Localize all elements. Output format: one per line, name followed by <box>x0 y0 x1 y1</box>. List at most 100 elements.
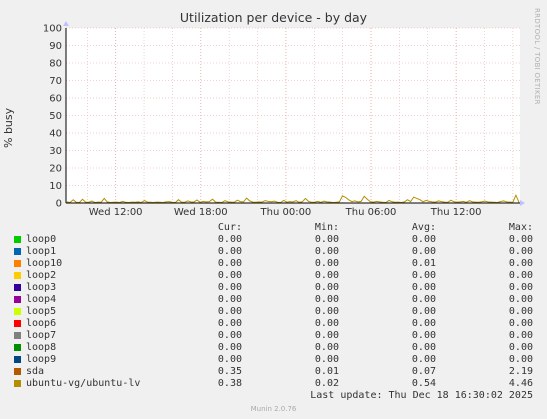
legend-name: loop5 <box>26 306 57 317</box>
y-tick-label: 40 <box>49 129 62 140</box>
legend-min: 0.00 <box>314 282 339 293</box>
legend-name: loop6 <box>26 318 57 329</box>
legend-max: 0.00 <box>508 330 533 341</box>
legend-min: 0.00 <box>314 330 339 341</box>
legend-row: loop9 0.00 0.00 0.00 0.00 <box>0 354 547 366</box>
legend-header: Cur: Min: Avg: Max: <box>0 222 547 234</box>
legend-swatch <box>14 320 21 327</box>
legend-min: 0.00 <box>314 246 339 257</box>
legend-row: loop2 0.00 0.00 0.00 0.00 <box>0 270 547 282</box>
legend-max: 4.46 <box>508 378 533 389</box>
y-axis-arrow <box>63 21 69 26</box>
legend-min: 0.00 <box>314 318 339 329</box>
x-tick-label: Thu 00:00 <box>260 207 312 218</box>
legend-row: loop0 0.00 0.00 0.00 0.00 <box>0 234 547 246</box>
x-tick-label: Wed 18:00 <box>174 207 228 218</box>
legend-min: 0.00 <box>314 354 339 365</box>
legend-min: 0.00 <box>314 342 339 353</box>
legend-swatch <box>14 368 21 375</box>
legend-name: loop9 <box>26 354 57 365</box>
x-axis-arrow <box>520 200 525 206</box>
legend-name: loop0 <box>26 234 57 245</box>
legend-min: 0.00 <box>314 258 339 269</box>
legend-cur: 0.00 <box>217 330 242 341</box>
last-update: Last update: Thu Dec 18 16:30:02 2025 <box>310 390 533 401</box>
x-axis-ticks: Wed 12:00 Wed 18:00 Thu 00:00 Thu 06:00 Thu … <box>89 207 482 218</box>
col-avg-header: Avg: <box>411 222 436 233</box>
legend-cur: 0.00 <box>217 270 242 281</box>
legend-cur: 0.00 <box>217 294 242 305</box>
legend-swatch <box>14 272 21 279</box>
legend-max: 2.19 <box>508 366 533 377</box>
legend-avg: 0.01 <box>411 258 436 269</box>
legend-avg: 0.54 <box>411 378 436 389</box>
legend-cur: 0.00 <box>217 342 242 353</box>
col-cur-header: Cur: <box>217 222 242 233</box>
legend-cur: 0.00 <box>217 306 242 317</box>
legend-max: 0.00 <box>508 258 533 269</box>
legend-max: 0.00 <box>508 306 533 317</box>
legend-cur: 0.35 <box>217 366 242 377</box>
legend-min: 0.00 <box>314 294 339 305</box>
x-tick-label: Thu 12:00 <box>430 207 482 218</box>
legend-row: loop4 0.00 0.00 0.00 0.00 <box>0 294 547 306</box>
legend-row: loop10 0.00 0.00 0.01 0.00 <box>0 258 547 270</box>
legend-max: 0.00 <box>508 294 533 305</box>
legend-name: loop8 <box>26 342 57 353</box>
y-tick-label: 20 <box>49 164 62 175</box>
legend-row: loop5 0.00 0.00 0.00 0.00 <box>0 306 547 318</box>
col-max-header: Max: <box>508 222 533 233</box>
legend-max: 0.00 <box>508 270 533 281</box>
legend-swatch <box>14 296 21 303</box>
legend-swatch <box>14 344 21 351</box>
legend-row: loop1 0.00 0.00 0.00 0.00 <box>0 246 547 258</box>
munin-version: Munin 2.0.76 <box>250 405 297 413</box>
legend-swatch <box>14 332 21 339</box>
legend-avg: 0.07 <box>411 366 436 377</box>
legend-cur: 0.00 <box>217 318 242 329</box>
legend-swatch <box>14 356 21 363</box>
y-tick-label: 10 <box>49 181 62 192</box>
legend-avg: 0.00 <box>411 282 436 293</box>
legend-name: ubuntu-vg/ubuntu-lv <box>26 378 141 389</box>
legend-name: loop10 <box>26 258 63 269</box>
plot-background <box>66 28 520 203</box>
legend-avg: 0.00 <box>411 294 436 305</box>
legend-row: loop8 0.00 0.00 0.00 0.00 <box>0 342 547 354</box>
legend-row: loop7 0.00 0.00 0.00 0.00 <box>0 330 547 342</box>
chart-plot: 0 10 20 30 40 50 60 70 80 90 100 Wed 12:00 Wed 18:0… <box>43 21 525 218</box>
legend-row: loop3 0.00 0.00 0.00 0.00 <box>0 282 547 294</box>
legend-max: 0.00 <box>508 234 533 245</box>
legend-cur: 0.00 <box>217 258 242 269</box>
legend-min: 0.00 <box>314 306 339 317</box>
legend-max: 0.00 <box>508 354 533 365</box>
legend-name: loop3 <box>26 282 57 293</box>
x-tick-label: Wed 12:00 <box>89 207 143 218</box>
legend-name: loop2 <box>26 270 57 281</box>
legend-cur: 0.00 <box>217 354 242 365</box>
legend-min: 0.02 <box>314 378 339 389</box>
legend-cur: 0.00 <box>217 246 242 257</box>
y-tick-label: 70 <box>49 76 62 87</box>
y-tick-label: 60 <box>49 94 62 105</box>
legend-swatch <box>14 260 21 267</box>
legend-cur: 0.38 <box>217 378 242 389</box>
y-tick-label: 30 <box>49 146 62 157</box>
legend-max: 0.00 <box>508 318 533 329</box>
legend-swatch <box>14 248 21 255</box>
y-axis-ticks: 0 10 20 30 40 50 60 70 80 90 100 <box>43 24 62 210</box>
y-tick-label: 0 <box>56 199 62 210</box>
legend-swatch <box>14 380 21 387</box>
legend-name: loop1 <box>26 246 57 257</box>
x-tick-label: Thu 06:00 <box>345 207 397 218</box>
legend-swatch <box>14 236 21 243</box>
y-tick-label: 90 <box>49 41 62 52</box>
legend-name: loop7 <box>26 330 57 341</box>
legend-max: 0.00 <box>508 342 533 353</box>
legend-name: loop4 <box>26 294 57 305</box>
legend-cur: 0.00 <box>217 234 242 245</box>
legend-row: loop6 0.00 0.00 0.00 0.00 <box>0 318 547 330</box>
legend-min: 0.00 <box>314 234 339 245</box>
legend-swatch <box>14 284 21 291</box>
legend-min: 0.00 <box>314 270 339 281</box>
